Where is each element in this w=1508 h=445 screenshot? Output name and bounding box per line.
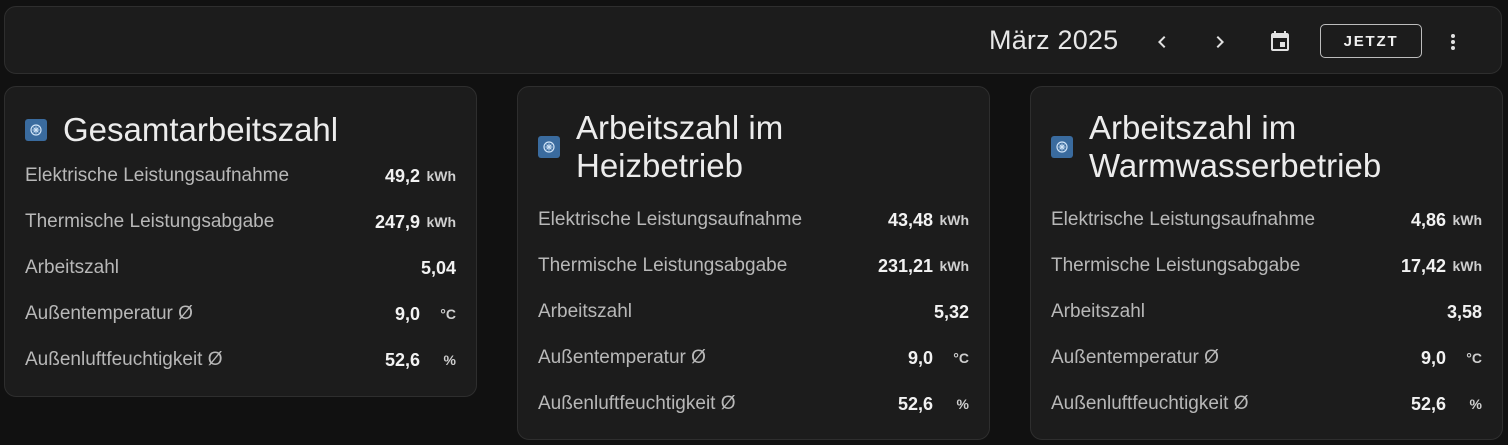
stat-label: Außentemperatur Ø [25,303,193,324]
stat-value: 9,0 [1420,347,1446,368]
card-title-line: Arbeitszahl im [576,109,784,146]
card-gesamtarbeitszahl: Gesamtarbeitszahl Elektrische Leistungsa… [4,86,477,397]
stat-value: 17,42 [1400,255,1446,276]
heat-pump-icon [1051,136,1073,158]
stat-label: Arbeitszahl [538,301,632,322]
card-arbeitszahl-warmwasserbetrieb: Arbeitszahl im Warmwasserbetrieb Elektri… [1030,86,1503,440]
stat-unit: % [443,352,456,368]
card-arbeitszahl-heizbetrieb: Arbeitszahl im Heizbetrieb Elektrische L… [517,86,990,440]
stat-row[interactable]: Thermische Leistungsabgabe 247,9 kWh [25,199,456,245]
stat-unit: kWh [939,258,969,274]
stats-list: Elektrische Leistungsaufnahme 49,2 kWh The… [25,153,456,383]
stat-row[interactable]: Außenluftfeuchtigkeit Ø 52,6% [25,337,456,383]
stat-value: 231,21 [877,255,933,276]
stat-value: 247,9 [374,211,420,232]
next-period-button[interactable] [1200,22,1240,62]
stat-label: Arbeitszahl [1051,301,1145,322]
stat-label: Außenluftfeuchtigkeit Ø [538,393,736,414]
period-label[interactable]: März 2025 [989,25,1118,56]
stat-row[interactable]: Außentemperatur Ø 9,0 °C [538,335,969,381]
stat-value: 5,04 [420,257,456,278]
card-title: Gesamtarbeitszahl [63,111,339,148]
stat-unit: kWh [1452,212,1482,228]
more-vert-icon [1451,34,1455,50]
stat-unit: °C [953,350,969,366]
stat-label: Außenluftfeuchtigkeit Ø [25,349,223,370]
stat-unit: kWh [426,214,456,230]
card-title-line: Heizbetrieb [576,147,743,184]
energy-date-toolbar: März 2025 JETZT [4,6,1502,74]
stat-row[interactable]: Elektrische Leistungsaufnahme 43,48 kWh [538,197,969,243]
stat-label: Thermische Leistungsabgabe [1051,255,1301,276]
stat-unit: °C [440,306,456,322]
now-button[interactable]: JETZT [1320,24,1422,58]
stat-row[interactable]: Arbeitszahl 5,32 [538,289,969,335]
more-options-button[interactable] [1433,22,1473,62]
stat-unit: kWh [426,168,456,184]
stat-label: Außentemperatur Ø [538,347,706,368]
stat-row[interactable]: Außentemperatur Ø 9,0 °C [1051,335,1482,381]
stat-value: 9,0 [907,347,933,368]
card-title-line: Arbeitszahl im [1089,109,1297,146]
stat-row[interactable]: Thermische Leistungsabgabe 231,21 kWh [538,243,969,289]
stat-row[interactable]: Arbeitszahl 3,58 [1051,289,1482,335]
previous-period-button[interactable] [1142,22,1182,62]
stat-label: Thermische Leistungsabgabe [25,211,275,232]
stat-value: 3,58 [1446,301,1482,322]
stats-list: Elektrische Leistungsaufnahme 4,86 kWh The… [1051,197,1482,427]
card-header: Arbeitszahl im Heizbetrieb [538,109,973,185]
stat-row[interactable]: Außenluftfeuchtigkeit Ø 52,6% [538,381,969,427]
card-title: Arbeitszahl im Warmwasserbetrieb [1089,109,1381,185]
chevron-right-icon [1216,36,1224,48]
stat-value: 52,6 [1410,393,1446,414]
stats-list: Elektrische Leistungsaufnahme 43,48 kWh Th… [538,197,969,427]
card-header: Gesamtarbeitszahl [25,111,460,149]
stat-value: 49,2 [384,165,420,186]
stat-row[interactable]: Arbeitszahl 5,04 [25,245,456,291]
stat-row[interactable]: Außenluftfeuchtigkeit Ø 52,6% [1051,381,1482,427]
stat-unit: kWh [939,212,969,228]
stat-value: 9,0 [394,303,420,324]
stat-label: Elektrische Leistungsaufnahme [25,165,290,186]
stat-label: Außentemperatur Ø [1051,347,1219,368]
stat-row[interactable]: Elektrische Leistungsaufnahme 49,2 kWh [25,153,456,199]
stat-label: Arbeitszahl [25,257,119,278]
stat-unit: °C [1466,350,1482,366]
stat-value: 5,32 [933,301,969,322]
stat-unit: % [1469,396,1482,412]
calendar-button[interactable] [1260,22,1300,62]
heat-pump-icon [25,119,47,141]
stat-row[interactable]: Elektrische Leistungsaufnahme 4,86 kWh [1051,197,1482,243]
stat-unit: % [956,396,969,412]
stat-row[interactable]: Thermische Leistungsabgabe 17,42 kWh [1051,243,1482,289]
card-title-line: Warmwasserbetrieb [1089,147,1382,184]
stat-value: 43,48 [887,209,933,230]
stat-value: 52,6 [897,393,933,414]
stat-label: Thermische Leistungsabgabe [538,255,788,276]
stat-value: 52,6 [384,349,420,370]
chevron-left-icon [1158,36,1166,48]
stat-label: Außenluftfeuchtigkeit Ø [1051,393,1249,414]
stat-label: Elektrische Leistungsaufnahme [538,209,803,230]
card-header: Arbeitszahl im Warmwasserbetrieb [1051,109,1486,185]
card-title: Arbeitszahl im Heizbetrieb [576,109,783,185]
stat-row[interactable]: Außentemperatur Ø 9,0 °C [25,291,456,337]
stat-label: Elektrische Leistungsaufnahme [1051,209,1316,230]
calendar-icon [1271,31,1289,51]
heat-pump-icon [538,136,560,158]
stat-unit: kWh [1452,258,1482,274]
stat-value: 4,86 [1410,209,1446,230]
